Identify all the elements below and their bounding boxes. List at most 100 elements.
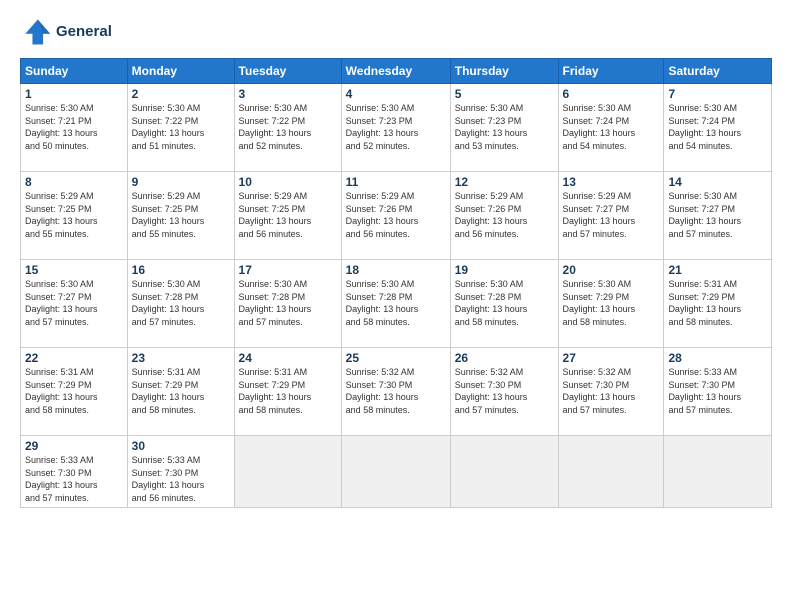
- page: General SundayMondayTuesdayWednesdayThur…: [0, 0, 792, 612]
- day-number: 7: [668, 87, 767, 101]
- day-info: Sunrise: 5:32 AMSunset: 7:30 PMDaylight:…: [563, 366, 660, 416]
- calendar-cell: 3Sunrise: 5:30 AMSunset: 7:22 PMDaylight…: [234, 84, 341, 172]
- day-info: Sunrise: 5:32 AMSunset: 7:30 PMDaylight:…: [455, 366, 554, 416]
- day-number: 20: [563, 263, 660, 277]
- day-number: 23: [132, 351, 230, 365]
- calendar-cell: [341, 436, 450, 508]
- day-info: Sunrise: 5:30 AMSunset: 7:28 PMDaylight:…: [455, 278, 554, 328]
- calendar-cell: 9Sunrise: 5:29 AMSunset: 7:25 PMDaylight…: [127, 172, 234, 260]
- day-number: 27: [563, 351, 660, 365]
- day-number: 29: [25, 439, 123, 453]
- day-info: Sunrise: 5:31 AMSunset: 7:29 PMDaylight:…: [132, 366, 230, 416]
- day-number: 21: [668, 263, 767, 277]
- day-number: 6: [563, 87, 660, 101]
- day-number: 4: [346, 87, 446, 101]
- header: General: [20, 16, 772, 48]
- day-info: Sunrise: 5:30 AMSunset: 7:21 PMDaylight:…: [25, 102, 123, 152]
- calendar-cell: 23Sunrise: 5:31 AMSunset: 7:29 PMDayligh…: [127, 348, 234, 436]
- calendar-cell: 25Sunrise: 5:32 AMSunset: 7:30 PMDayligh…: [341, 348, 450, 436]
- day-info: Sunrise: 5:31 AMSunset: 7:29 PMDaylight:…: [239, 366, 337, 416]
- day-number: 10: [239, 175, 337, 189]
- logo-text: General: [56, 23, 112, 41]
- calendar-cell: [664, 436, 772, 508]
- day-number: 28: [668, 351, 767, 365]
- calendar-cell: 17Sunrise: 5:30 AMSunset: 7:28 PMDayligh…: [234, 260, 341, 348]
- day-number: 13: [563, 175, 660, 189]
- day-info: Sunrise: 5:33 AMSunset: 7:30 PMDaylight:…: [668, 366, 767, 416]
- day-number: 30: [132, 439, 230, 453]
- day-number: 9: [132, 175, 230, 189]
- calendar-cell: 12Sunrise: 5:29 AMSunset: 7:26 PMDayligh…: [450, 172, 558, 260]
- calendar-cell: 6Sunrise: 5:30 AMSunset: 7:24 PMDaylight…: [558, 84, 664, 172]
- calendar-cell: 28Sunrise: 5:33 AMSunset: 7:30 PMDayligh…: [664, 348, 772, 436]
- day-number: 17: [239, 263, 337, 277]
- day-info: Sunrise: 5:32 AMSunset: 7:30 PMDaylight:…: [346, 366, 446, 416]
- calendar-cell: 16Sunrise: 5:30 AMSunset: 7:28 PMDayligh…: [127, 260, 234, 348]
- day-number: 11: [346, 175, 446, 189]
- day-number: 3: [239, 87, 337, 101]
- day-info: Sunrise: 5:29 AMSunset: 7:25 PMDaylight:…: [132, 190, 230, 240]
- day-info: Sunrise: 5:30 AMSunset: 7:22 PMDaylight:…: [132, 102, 230, 152]
- day-info: Sunrise: 5:33 AMSunset: 7:30 PMDaylight:…: [132, 454, 230, 504]
- day-number: 26: [455, 351, 554, 365]
- calendar-cell: 21Sunrise: 5:31 AMSunset: 7:29 PMDayligh…: [664, 260, 772, 348]
- day-number: 12: [455, 175, 554, 189]
- calendar-cell: 20Sunrise: 5:30 AMSunset: 7:29 PMDayligh…: [558, 260, 664, 348]
- calendar-cell: 29Sunrise: 5:33 AMSunset: 7:30 PMDayligh…: [21, 436, 128, 508]
- day-info: Sunrise: 5:29 AMSunset: 7:27 PMDaylight:…: [563, 190, 660, 240]
- day-info: Sunrise: 5:29 AMSunset: 7:25 PMDaylight:…: [239, 190, 337, 240]
- day-info: Sunrise: 5:33 AMSunset: 7:30 PMDaylight:…: [25, 454, 123, 504]
- day-info: Sunrise: 5:29 AMSunset: 7:26 PMDaylight:…: [455, 190, 554, 240]
- day-number: 8: [25, 175, 123, 189]
- calendar-cell: 18Sunrise: 5:30 AMSunset: 7:28 PMDayligh…: [341, 260, 450, 348]
- calendar-cell: 8Sunrise: 5:29 AMSunset: 7:25 PMDaylight…: [21, 172, 128, 260]
- calendar-cell: 4Sunrise: 5:30 AMSunset: 7:23 PMDaylight…: [341, 84, 450, 172]
- day-info: Sunrise: 5:30 AMSunset: 7:28 PMDaylight:…: [132, 278, 230, 328]
- calendar-cell: 24Sunrise: 5:31 AMSunset: 7:29 PMDayligh…: [234, 348, 341, 436]
- day-info: Sunrise: 5:30 AMSunset: 7:28 PMDaylight:…: [239, 278, 337, 328]
- weekday-header-saturday: Saturday: [664, 59, 772, 84]
- logo: General: [20, 16, 112, 48]
- day-number: 15: [25, 263, 123, 277]
- day-info: Sunrise: 5:29 AMSunset: 7:26 PMDaylight:…: [346, 190, 446, 240]
- weekday-header-monday: Monday: [127, 59, 234, 84]
- calendar-cell: 5Sunrise: 5:30 AMSunset: 7:23 PMDaylight…: [450, 84, 558, 172]
- day-info: Sunrise: 5:30 AMSunset: 7:24 PMDaylight:…: [668, 102, 767, 152]
- day-info: Sunrise: 5:30 AMSunset: 7:24 PMDaylight:…: [563, 102, 660, 152]
- day-number: 1: [25, 87, 123, 101]
- calendar-cell: 13Sunrise: 5:29 AMSunset: 7:27 PMDayligh…: [558, 172, 664, 260]
- day-info: Sunrise: 5:30 AMSunset: 7:23 PMDaylight:…: [346, 102, 446, 152]
- weekday-header-tuesday: Tuesday: [234, 59, 341, 84]
- calendar-cell: [234, 436, 341, 508]
- weekday-header-friday: Friday: [558, 59, 664, 84]
- day-number: 18: [346, 263, 446, 277]
- day-info: Sunrise: 5:31 AMSunset: 7:29 PMDaylight:…: [668, 278, 767, 328]
- calendar-cell: [558, 436, 664, 508]
- day-number: 5: [455, 87, 554, 101]
- day-number: 14: [668, 175, 767, 189]
- calendar-cell: 10Sunrise: 5:29 AMSunset: 7:25 PMDayligh…: [234, 172, 341, 260]
- day-number: 25: [346, 351, 446, 365]
- calendar-cell: 11Sunrise: 5:29 AMSunset: 7:26 PMDayligh…: [341, 172, 450, 260]
- day-number: 22: [25, 351, 123, 365]
- calendar-cell: 7Sunrise: 5:30 AMSunset: 7:24 PMDaylight…: [664, 84, 772, 172]
- day-info: Sunrise: 5:29 AMSunset: 7:25 PMDaylight:…: [25, 190, 123, 240]
- calendar-cell: 19Sunrise: 5:30 AMSunset: 7:28 PMDayligh…: [450, 260, 558, 348]
- calendar-cell: [450, 436, 558, 508]
- calendar-header-row: SundayMondayTuesdayWednesdayThursdayFrid…: [21, 59, 772, 84]
- day-info: Sunrise: 5:30 AMSunset: 7:27 PMDaylight:…: [25, 278, 123, 328]
- calendar-cell: 22Sunrise: 5:31 AMSunset: 7:29 PMDayligh…: [21, 348, 128, 436]
- day-info: Sunrise: 5:30 AMSunset: 7:23 PMDaylight:…: [455, 102, 554, 152]
- logo-icon: [20, 16, 52, 48]
- day-info: Sunrise: 5:31 AMSunset: 7:29 PMDaylight:…: [25, 366, 123, 416]
- calendar-cell: 2Sunrise: 5:30 AMSunset: 7:22 PMDaylight…: [127, 84, 234, 172]
- calendar-table: SundayMondayTuesdayWednesdayThursdayFrid…: [20, 58, 772, 508]
- weekday-header-thursday: Thursday: [450, 59, 558, 84]
- day-number: 19: [455, 263, 554, 277]
- day-info: Sunrise: 5:30 AMSunset: 7:27 PMDaylight:…: [668, 190, 767, 240]
- day-info: Sunrise: 5:30 AMSunset: 7:29 PMDaylight:…: [563, 278, 660, 328]
- day-number: 16: [132, 263, 230, 277]
- weekday-header-wednesday: Wednesday: [341, 59, 450, 84]
- day-number: 2: [132, 87, 230, 101]
- calendar-cell: 30Sunrise: 5:33 AMSunset: 7:30 PMDayligh…: [127, 436, 234, 508]
